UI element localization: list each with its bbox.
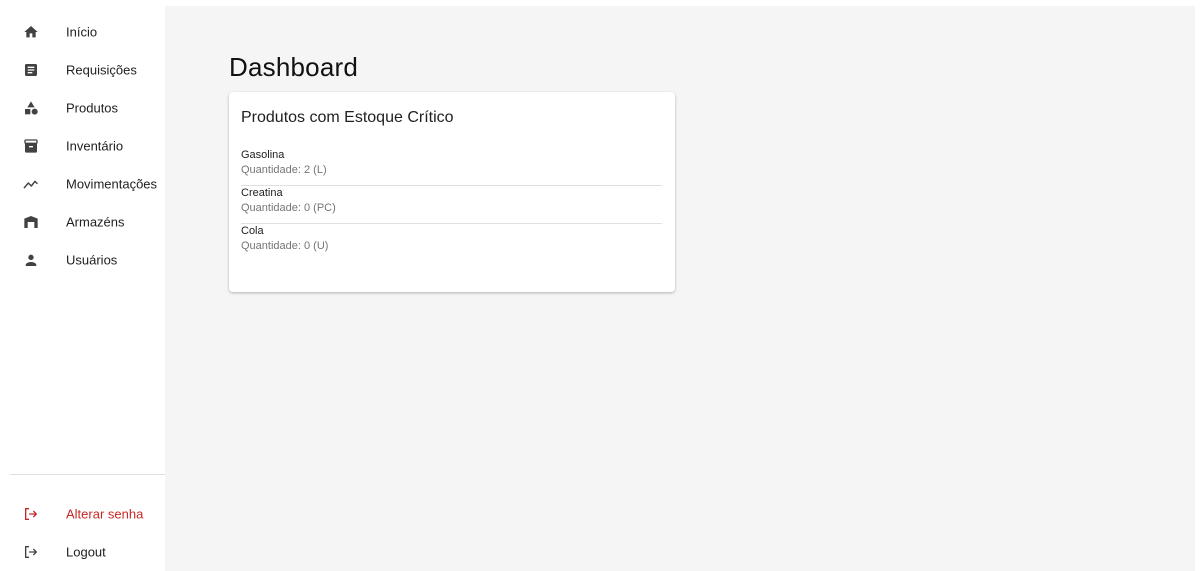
sidebar-item-label: Início xyxy=(66,24,98,40)
sidebar-item-label: Requisições xyxy=(66,62,137,78)
product-quantity: Quantidade: 2 (L) xyxy=(241,164,327,176)
product-quantity: Quantidade: 0 (U) xyxy=(241,240,329,252)
sidebar-item-armazens[interactable]: Armazéns xyxy=(10,203,165,241)
product-name: Creatina xyxy=(241,187,283,199)
person-icon xyxy=(22,251,40,269)
sidebar-item-inventario[interactable]: Inventário xyxy=(10,127,165,165)
sidebar-item-label: Produtos xyxy=(66,100,119,116)
list-item: Gasolina Quantidade: 2 (L) xyxy=(241,148,662,186)
logout-arrow-icon xyxy=(22,543,40,561)
sidebar-item-label: Alterar senha xyxy=(66,506,144,522)
sidebar-item-label: Inventário xyxy=(66,138,124,154)
product-name: Cola xyxy=(241,225,264,237)
home-icon xyxy=(22,23,40,41)
category-icon xyxy=(22,99,40,117)
archive-icon xyxy=(22,137,40,155)
sidebar-item-label: Movimentações xyxy=(66,176,158,192)
list-item: Creatina Quantidade: 0 (PC) xyxy=(241,186,662,224)
sidebar-item-requisicoes[interactable]: Requisições xyxy=(10,51,165,89)
product-quantity: Quantidade: 0 (PC) xyxy=(241,202,336,214)
sidebar-item-produtos[interactable]: Produtos xyxy=(10,89,165,127)
sidebar-item-usuarios[interactable]: Usuários xyxy=(10,241,165,279)
warehouse-icon xyxy=(22,213,40,231)
sidebar-item-label: Usuários xyxy=(66,252,118,268)
app: Início Requisições Produtos Inventário M xyxy=(0,0,1201,571)
product-name: Gasolina xyxy=(241,149,285,161)
sidebar-item-label: Logout xyxy=(66,544,106,560)
sidebar-item-logout[interactable]: Logout xyxy=(10,533,165,571)
document-icon xyxy=(22,61,40,79)
sidebar: Início Requisições Produtos Inventário M xyxy=(10,6,165,571)
sidebar-item-movimentacoes[interactable]: Movimentações xyxy=(10,165,165,203)
list-item: Cola Quantidade: 0 (U) xyxy=(241,224,662,262)
sidebar-divider xyxy=(10,474,165,475)
trend-line-icon xyxy=(22,175,40,193)
logout-arrow-icon xyxy=(22,505,40,523)
page-title: Dashboard xyxy=(229,52,358,82)
sidebar-item-label: Armazéns xyxy=(66,214,125,230)
critical-stock-card: Produtos com Estoque Crítico Gasolina Qu… xyxy=(229,92,675,292)
sidebar-item-alterar-senha[interactable]: Alterar senha xyxy=(10,495,165,533)
sidebar-item-inicio[interactable]: Início xyxy=(10,13,165,51)
main-content: Dashboard Produtos com Estoque Crítico G… xyxy=(165,6,1195,571)
critical-stock-list: Gasolina Quantidade: 2 (L) Creatina Quan… xyxy=(241,148,662,262)
card-title: Produtos com Estoque Crítico xyxy=(241,109,454,126)
